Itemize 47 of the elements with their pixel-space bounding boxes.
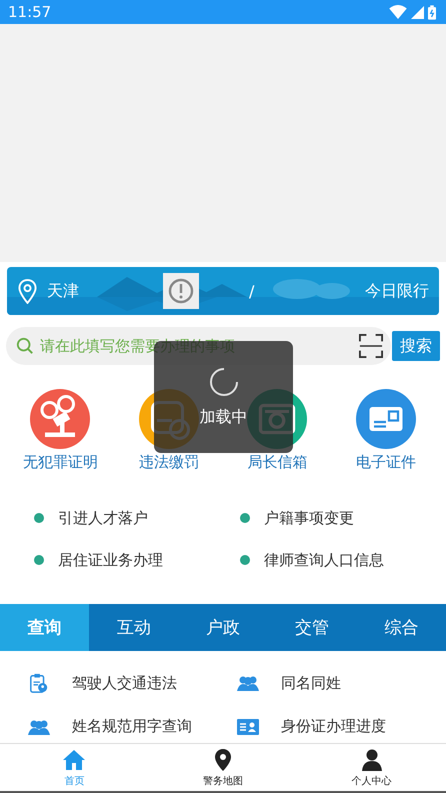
clipboard-person-icon <box>28 673 50 693</box>
bullet-icon <box>34 555 44 565</box>
wifi-icon <box>389 5 407 19</box>
loading-text: 加载中 <box>200 407 248 428</box>
nav-label: 警务地图 <box>203 774 243 788</box>
category-tab[interactable]: 互动 <box>89 604 178 651</box>
id-card-icon <box>237 716 259 736</box>
service-link[interactable]: 居住证业务办理 <box>58 550 163 570</box>
battery-icon <box>428 4 436 20</box>
service-link[interactable]: 户籍事项变更 <box>264 508 354 528</box>
nav-label: 首页 <box>64 774 84 788</box>
query-item[interactable]: 身份证办理进度 <box>281 717 386 736</box>
scan-icon[interactable] <box>359 334 383 358</box>
category-tab[interactable]: 户政 <box>178 604 268 651</box>
query-item[interactable]: 姓名规范用字查询 <box>72 717 192 736</box>
traffic-limit-link[interactable]: 今日限行 <box>365 280 429 302</box>
home-icon <box>62 748 86 772</box>
bullet-icon <box>34 513 44 523</box>
search-icon <box>16 337 34 355</box>
service-link[interactable]: 引进人才落户 <box>58 508 148 528</box>
status-time: 11:57 <box>8 3 52 21</box>
person-icon <box>360 748 384 772</box>
nav-item[interactable]: 警务地图 <box>148 744 298 791</box>
location-pin-icon <box>18 278 37 304</box>
nav-label: 个人中心 <box>352 774 392 788</box>
service-link[interactable]: 律师查询人口信息 <box>264 550 384 570</box>
gavel-icon[interactable] <box>30 389 90 449</box>
separator-text: / <box>249 282 254 300</box>
nav-item[interactable]: 个人中心 <box>297 744 446 791</box>
category-tab[interactable]: 查询 <box>0 604 90 651</box>
search-button[interactable]: 搜索 <box>392 331 440 361</box>
category-tab[interactable]: 交管 <box>268 604 357 651</box>
service-label[interactable]: 局长信箱 <box>247 453 308 472</box>
signal-icon <box>411 6 424 18</box>
id-card-icon[interactable] <box>356 389 416 449</box>
service-label[interactable]: 电子证件 <box>356 453 416 472</box>
bullet-icon <box>240 513 250 523</box>
service-label[interactable]: 违法缴罚 <box>138 453 199 472</box>
spinner-icon <box>208 367 238 397</box>
broken-image-icon <box>163 273 199 309</box>
nav-item[interactable]: 首页 <box>0 744 149 791</box>
query-item[interactable]: 同名同姓 <box>281 674 341 692</box>
category-tab[interactable]: 综合 <box>356 604 446 651</box>
bullet-icon <box>240 555 250 565</box>
service-label[interactable]: 无犯罪证明 <box>22 453 98 472</box>
city-label: 天津 <box>47 280 79 302</box>
query-item[interactable]: 驾驶人交通违法 <box>72 674 177 692</box>
